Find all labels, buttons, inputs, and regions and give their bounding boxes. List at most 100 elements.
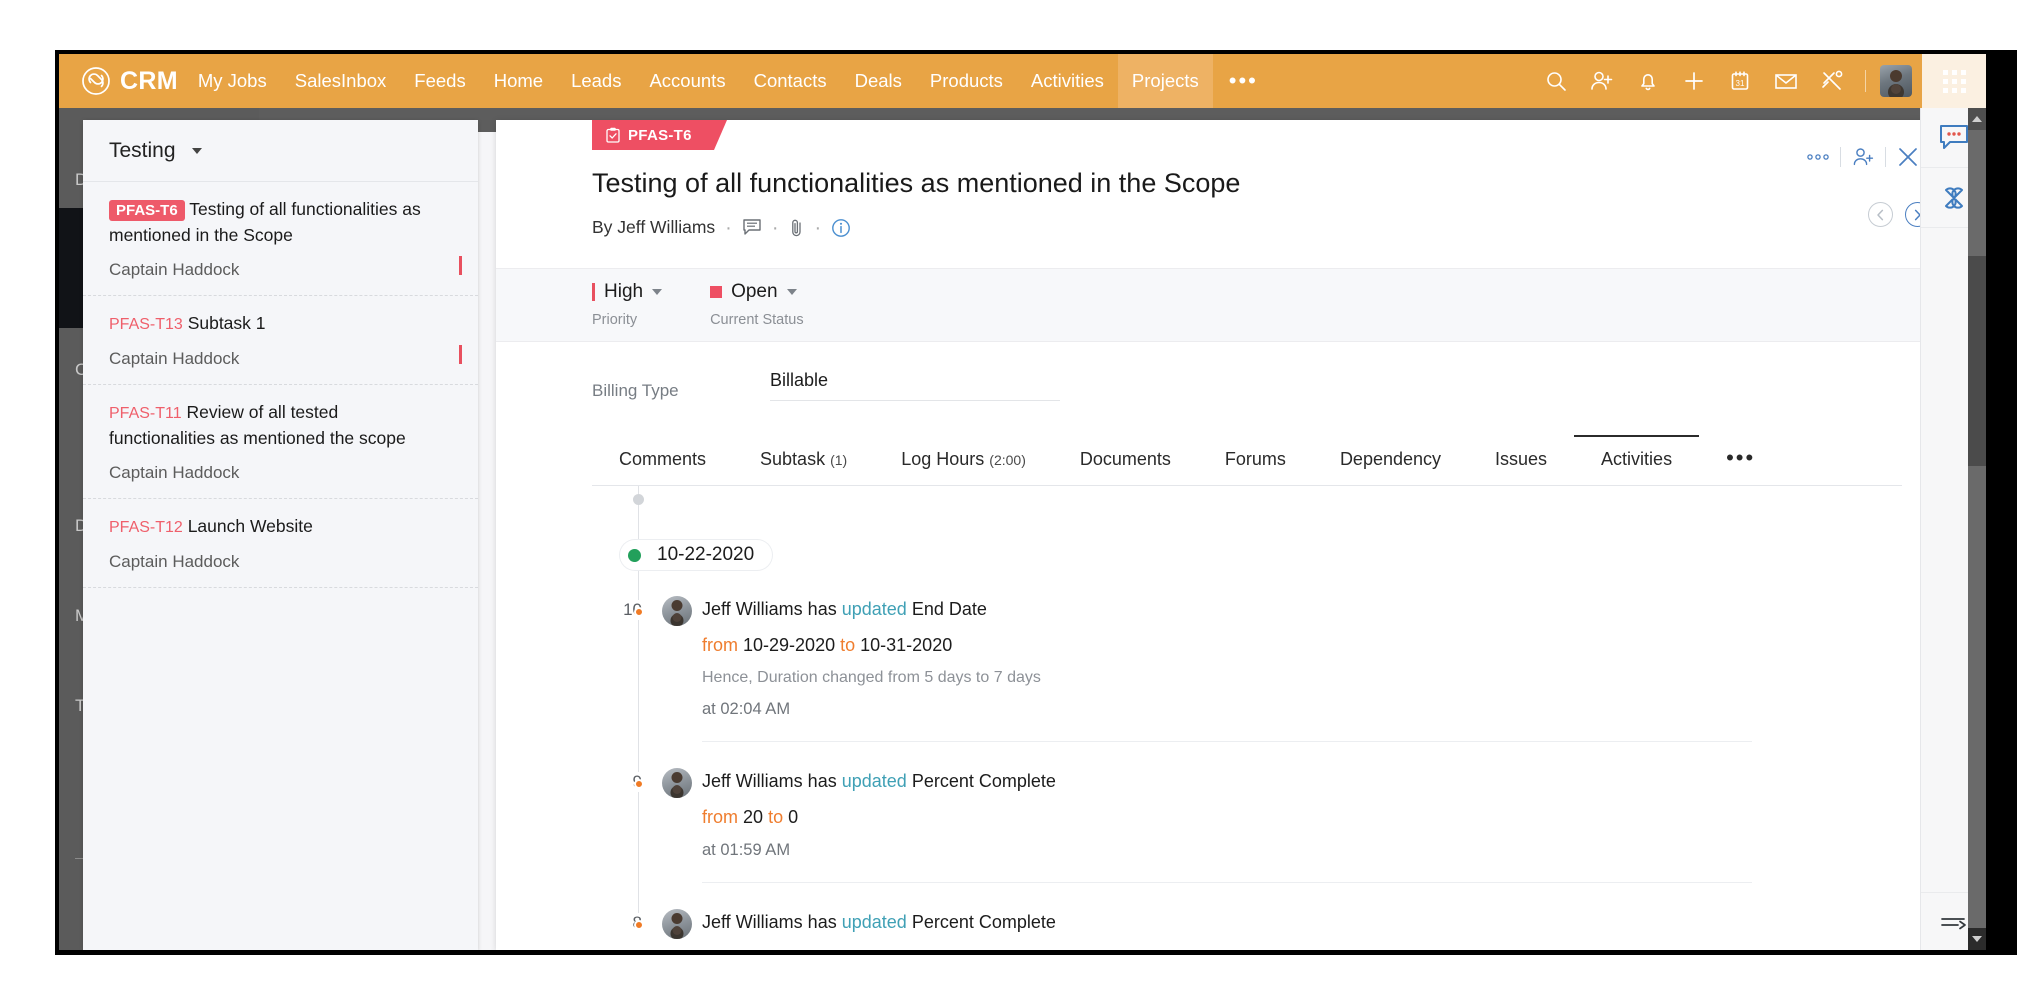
- detail-tab-bar: Comments Subtask (1) Log Hours (2:00) Do…: [592, 435, 1902, 486]
- tab-dependency[interactable]: Dependency: [1313, 435, 1468, 485]
- status-swatch-icon: [710, 286, 723, 298]
- task-list-item-pfas-t12[interactable]: PFAS-T12 Launch Website Captain Haddock: [83, 499, 478, 588]
- info-icon[interactable]: [831, 218, 851, 238]
- tab-documents[interactable]: Documents: [1053, 435, 1198, 485]
- tab-subtask[interactable]: Subtask (1): [733, 435, 874, 485]
- chevron-down-icon[interactable]: [191, 147, 202, 154]
- priority-bar-icon: [592, 283, 595, 301]
- activity-action: updated: [841, 912, 907, 932]
- window-scrollbar[interactable]: [1968, 108, 1986, 950]
- tab-log-hours[interactable]: Log Hours (2:00): [874, 435, 1053, 485]
- change-from-value: 20: [743, 807, 764, 827]
- task-owner: Captain Haddock: [109, 349, 240, 368]
- bell-icon[interactable]: [1625, 54, 1671, 108]
- byline-text: By Jeff Williams: [592, 217, 716, 237]
- task-list-item-pfas-t13[interactable]: PFAS-T13 Subtask 1 Captain Haddock: [83, 296, 478, 385]
- add-user-icon[interactable]: [1579, 54, 1625, 108]
- nav-item-leads[interactable]: Leads: [557, 54, 635, 108]
- nav-item-salesinbox[interactable]: SalesInbox: [281, 54, 401, 108]
- nav-item-accounts[interactable]: Accounts: [635, 54, 739, 108]
- add-user-icon[interactable]: [1841, 140, 1885, 174]
- status-label: Current Status: [710, 312, 804, 328]
- task-list-header: Testing: [83, 120, 478, 182]
- nav-item-activities[interactable]: Activities: [1017, 54, 1118, 108]
- tab-label: Comments: [619, 449, 707, 469]
- byline-separator: ·: [814, 216, 822, 239]
- tab-forums[interactable]: Forums: [1198, 435, 1313, 485]
- detail-meta-row: High Priority Open Current Status: [496, 268, 1956, 342]
- task-list-panel: Testing PFAS-T6 Testing of all functiona…: [83, 120, 478, 950]
- more-options-icon[interactable]: [1796, 140, 1840, 174]
- calendar-icon[interactable]: 31: [1717, 54, 1763, 108]
- change-from-label: from: [702, 807, 738, 827]
- brand[interactable]: CRM: [59, 66, 184, 96]
- task-list-item-pfas-t6[interactable]: PFAS-T6 Testing of all functionalities a…: [83, 182, 478, 296]
- byline-separator: ·: [725, 216, 732, 239]
- tab-label: Documents: [1079, 449, 1171, 469]
- chevron-down-icon[interactable]: [652, 289, 663, 295]
- task-name: Launch Website: [187, 516, 313, 536]
- activity-date-group: 10-22-2020: [620, 540, 773, 570]
- nav-item-products[interactable]: Products: [916, 54, 1017, 108]
- activity-field: Percent Complete: [911, 771, 1056, 791]
- billing-type-value[interactable]: Billable: [770, 370, 1060, 401]
- billing-type-row: Billing Type Billable: [496, 342, 1956, 401]
- task-id-tab-label: PFAS-T6: [628, 126, 692, 144]
- scroll-up-button[interactable]: [1968, 108, 1986, 130]
- envelope-icon[interactable]: [1763, 54, 1809, 108]
- task-id-tab[interactable]: PFAS-T6: [592, 120, 727, 150]
- task-name: Subtask 1: [187, 313, 266, 333]
- priority-field: High Priority: [592, 281, 663, 328]
- detail-top-controls: [1796, 140, 1930, 174]
- scroll-down-button[interactable]: [1968, 928, 1986, 950]
- tab-label: Issues: [1495, 449, 1548, 469]
- nav-item-contacts[interactable]: Contacts: [740, 54, 841, 108]
- status-value[interactable]: Open: [731, 281, 777, 303]
- tab-label: Forums: [1224, 449, 1286, 469]
- tab-activities[interactable]: Activities: [1574, 435, 1700, 485]
- nav-item-feeds[interactable]: Feeds: [400, 54, 479, 108]
- activity-item: 8 Jeff Williams has updated Percent Comp…: [592, 909, 1912, 939]
- plus-icon[interactable]: [1671, 54, 1717, 108]
- nav-item-deals[interactable]: Deals: [841, 54, 916, 108]
- tab-issues[interactable]: Issues: [1468, 435, 1574, 485]
- nav-item-home[interactable]: Home: [480, 54, 557, 108]
- task-id: PFAS-T11: [109, 405, 182, 422]
- date-marker-icon: [628, 548, 641, 562]
- task-detail-panel: PFAS-T6 Testing of all functionalities a…: [496, 120, 1956, 950]
- change-to-value: 0: [788, 807, 799, 827]
- nav-overflow-button[interactable]: •••: [1213, 70, 1274, 92]
- tab-label: Log Hours: [901, 449, 985, 469]
- nav-item-my-jobs[interactable]: My Jobs: [184, 54, 281, 108]
- search-icon[interactable]: [1533, 54, 1579, 108]
- activity-actor: Jeff Williams has: [702, 599, 837, 619]
- attachment-icon[interactable]: [789, 218, 805, 238]
- task-list-item-pfas-t11[interactable]: PFAS-T11 Review of all tested functional…: [83, 385, 478, 499]
- nav-items: My Jobs SalesInbox Feeds Home Leads Acco…: [184, 54, 1274, 108]
- tab-label: Subtask: [760, 449, 826, 469]
- activity-actor: Jeff Williams has: [702, 771, 837, 791]
- activity-item: 9 Jeff Williams has updated Percent Comp…: [592, 768, 1912, 860]
- window-scrollbar-thumb[interactable]: [1968, 256, 1986, 466]
- tab-comments[interactable]: Comments: [592, 435, 733, 485]
- tab-count: (1): [830, 452, 848, 468]
- priority-value[interactable]: High: [604, 281, 643, 303]
- avatar[interactable]: [1880, 65, 1912, 97]
- task-owner: Captain Haddock: [109, 552, 240, 571]
- priority-indicator: [459, 256, 462, 275]
- top-navigation-bar: CRM My Jobs SalesInbox Feeds Home Leads …: [59, 54, 1986, 108]
- chevron-left-icon[interactable]: [1868, 202, 1893, 227]
- billing-type-label: Billing Type: [592, 381, 679, 400]
- tab-overflow-button[interactable]: •••: [1699, 435, 1782, 485]
- detail-header: PFAS-T6 Testing of all functionalities a…: [496, 120, 1956, 238]
- chevron-down-icon[interactable]: [786, 289, 797, 295]
- activity-note: Hence, Duration changed from 5 days to 7…: [702, 669, 1041, 686]
- tools-icon[interactable]: [1809, 54, 1855, 108]
- nav-item-projects[interactable]: Projects: [1117, 54, 1213, 108]
- comment-icon[interactable]: [742, 218, 762, 237]
- task-id-badge: PFAS-T6: [109, 200, 185, 221]
- activity-feed: 10-22-2020 10 Jeff Williams has updated …: [592, 486, 1912, 939]
- detail-byline: By Jeff Williams · · ·: [496, 199, 1956, 238]
- apps-grid-icon[interactable]: [1922, 54, 1986, 108]
- clipboard-check-icon: [606, 127, 620, 143]
